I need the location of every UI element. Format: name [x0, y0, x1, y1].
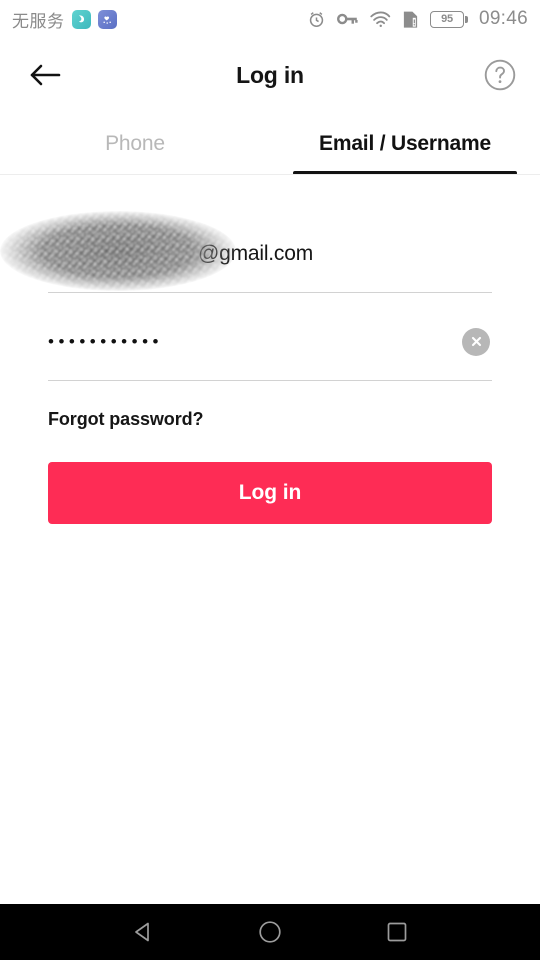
recents-square-icon: [387, 922, 406, 942]
nav-home-button[interactable]: [247, 909, 293, 955]
nav-back-button[interactable]: [120, 909, 166, 955]
tab-email-username-label: Email / Username: [319, 131, 491, 155]
password-input-value: •••••••••••: [48, 332, 163, 351]
page-title: Log in: [236, 61, 304, 88]
tab-bar: Phone Email / Username: [0, 112, 540, 175]
email-input-field[interactable]: @gmail.com: [0, 211, 492, 293]
back-triangle-icon: [135, 922, 150, 942]
help-circle-icon: [484, 59, 516, 91]
battery-indicator: 95: [429, 10, 468, 28]
battery-level-label: 95: [441, 13, 453, 25]
clear-password-button[interactable]: [462, 327, 490, 356]
wifi-icon: [369, 11, 391, 28]
weather-app-badge: [71, 9, 91, 29]
sim-card-icon: [402, 10, 419, 29]
login-form: @gmail.com ••••••••••• Forgot password? …: [0, 175, 540, 524]
back-button[interactable]: [20, 50, 70, 100]
alarm-icon: [307, 10, 326, 29]
tab-phone[interactable]: Phone: [0, 112, 270, 175]
vpn-key-icon: [336, 11, 358, 27]
nav-recents-button[interactable]: [374, 909, 420, 955]
help-button[interactable]: [482, 57, 518, 93]
forgot-password-link[interactable]: Forgot password?: [48, 409, 204, 430]
notification-app-badge: [97, 9, 117, 29]
tab-phone-label: Phone: [105, 131, 165, 155]
android-nav-bar: [0, 904, 540, 960]
status-bar-left: 无服务: [12, 7, 117, 32]
status-bar-right: 95 09:46: [307, 8, 528, 30]
app-header: Log in: [0, 38, 540, 112]
battery-tip: [465, 15, 468, 23]
login-submit-button[interactable]: Log in: [48, 462, 492, 524]
close-circle-icon: [471, 336, 481, 347]
carrier-label: 无服务: [12, 11, 65, 32]
email-input-value: @gmail.com: [198, 241, 314, 265]
home-circle-icon: [259, 921, 281, 943]
password-input-field[interactable]: •••••••••••: [48, 303, 492, 381]
tab-email-username[interactable]: Email / Username: [270, 112, 540, 175]
clock-label: 09:46: [478, 8, 528, 29]
status-bar: 无服务 95 09:46: [0, 0, 540, 38]
back-arrow-icon: [30, 64, 61, 86]
login-screen: 无服务 95 09:46 Log in Phone Email / Userna…: [0, 0, 540, 960]
